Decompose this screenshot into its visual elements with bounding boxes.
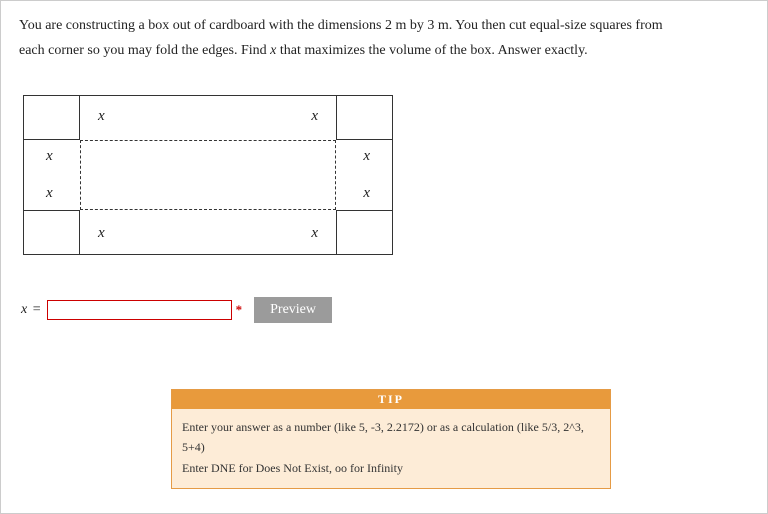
answer-row: x = * Preview <box>21 297 749 323</box>
fold-line-left <box>80 140 81 210</box>
tip-header: TIP <box>172 390 610 409</box>
fold-line-bottom <box>80 209 336 210</box>
fold-line-top <box>80 140 336 141</box>
xlabel-bottom-right: x <box>311 225 318 242</box>
xlabel-left-bottom: x <box>46 185 53 202</box>
xlabel-left-top: x <box>46 148 53 165</box>
required-indicator: * <box>236 302 243 318</box>
answer-var: x <box>21 302 27 317</box>
xlabel-right-bottom: x <box>363 185 370 202</box>
corner-top-left <box>24 96 80 140</box>
tip-line1: Enter your answer as a number (like 5, -… <box>182 417 600 458</box>
problem-line2-before: each corner so you may fold the edges. F… <box>19 43 270 58</box>
xlabel-right-top: x <box>363 148 370 165</box>
fold-line-right <box>335 140 336 210</box>
tip-box: TIP Enter your answer as a number (like … <box>171 389 611 489</box>
diagram-rect: x x x x x x x x <box>23 95 393 255</box>
box-diagram: x x x x x x x x <box>23 95 749 255</box>
answer-equals: = <box>29 302 40 317</box>
xlabel-top-right: x <box>311 108 318 125</box>
problem-line2-after: that maximizes the volume of the box. An… <box>276 43 587 58</box>
xlabel-bottom-left: x <box>98 225 105 242</box>
answer-lhs: x = <box>21 302 41 318</box>
tip-line2: Enter DNE for Does Not Exist, oo for Inf… <box>182 458 600 478</box>
corner-bottom-right <box>336 210 392 254</box>
problem-line1: You are constructing a box out of cardbo… <box>19 18 663 33</box>
corner-top-right <box>336 96 392 140</box>
tip-body: Enter your answer as a number (like 5, -… <box>172 409 610 488</box>
xlabel-top-left: x <box>98 108 105 125</box>
problem-statement: You are constructing a box out of cardbo… <box>19 13 749 63</box>
corner-bottom-left <box>24 210 80 254</box>
problem-page: You are constructing a box out of cardbo… <box>0 0 768 514</box>
answer-input[interactable] <box>47 300 232 320</box>
preview-button[interactable]: Preview <box>254 297 332 323</box>
